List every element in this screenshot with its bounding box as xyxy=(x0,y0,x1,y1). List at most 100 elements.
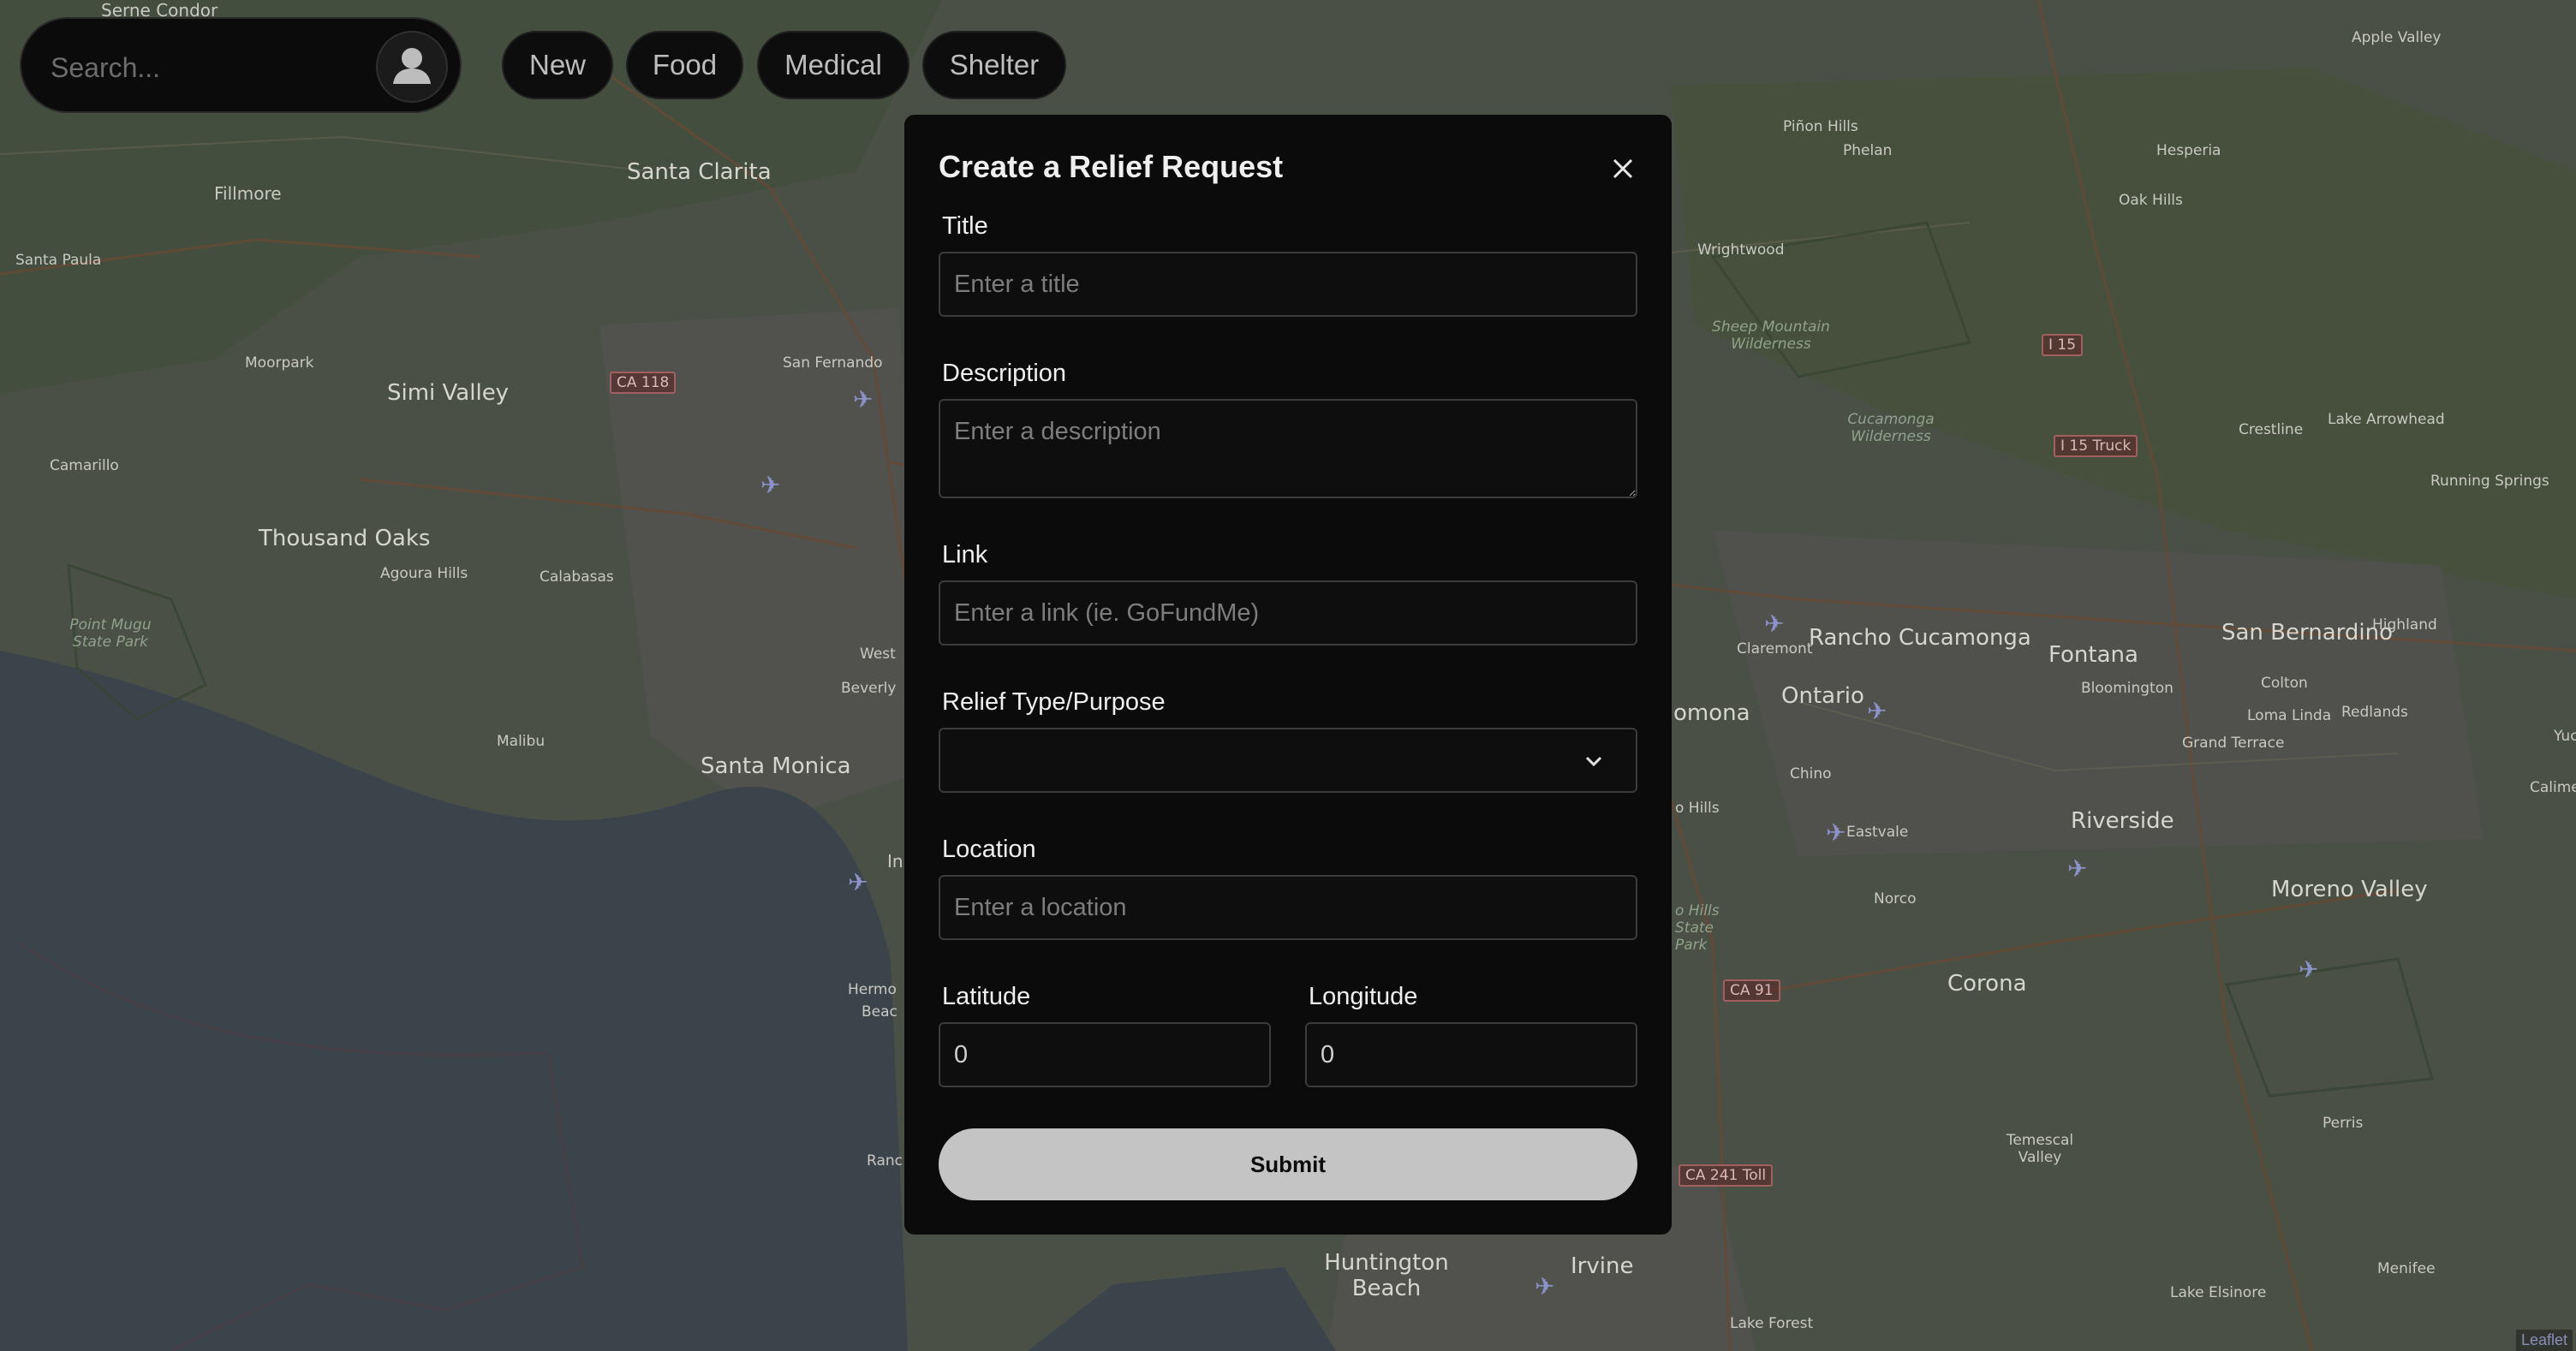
location-label: Location xyxy=(942,836,1036,863)
map-label: Moreno Valley xyxy=(2271,877,2428,902)
submit-button[interactable]: Submit xyxy=(939,1128,1637,1200)
relief-type-label: Relief Type/Purpose xyxy=(942,688,1166,716)
map-label: In xyxy=(887,851,903,872)
latitude-input[interactable] xyxy=(939,1022,1271,1087)
map-label: Beac xyxy=(862,1003,897,1021)
map-label: Corona xyxy=(1947,971,2027,997)
map-label: Moorpark xyxy=(245,354,314,372)
map-park-label: o Hills State Park xyxy=(1675,902,1720,954)
latitude-label: Latitude xyxy=(942,983,1031,1010)
map-label: Lake Forest xyxy=(1730,1315,1814,1332)
map-label: Temescal Valley xyxy=(2006,1132,2074,1166)
chevron-down-icon xyxy=(1585,756,1602,767)
map-label: Beverly xyxy=(841,680,897,697)
map-label: Yuc xyxy=(2554,728,2576,745)
map-label: Lake Elsinore xyxy=(2170,1284,2267,1301)
map-label: Malibu xyxy=(497,733,546,750)
map-label: Colton xyxy=(2261,675,2308,692)
map-label: Santa Monica xyxy=(701,753,851,779)
filter-chip-food[interactable]: Food xyxy=(626,31,743,99)
filter-chip-shelter[interactable]: Shelter xyxy=(922,31,1066,99)
map-label: Riverside xyxy=(2071,808,2174,834)
modal-title: Create a Relief Request xyxy=(939,149,1284,184)
map-label: o Hills xyxy=(1675,800,1720,817)
map-label: Highland xyxy=(2372,616,2437,634)
user-avatar-button[interactable] xyxy=(376,31,448,103)
map-label: Agoura Hills xyxy=(380,565,468,582)
title-input[interactable] xyxy=(939,252,1637,317)
search-bar xyxy=(20,17,462,113)
user-icon xyxy=(393,48,431,84)
road-shield: I 15 Truck xyxy=(2054,435,2138,457)
map-label: Redlands xyxy=(2341,704,2408,721)
link-input[interactable] xyxy=(939,580,1637,646)
map-park-label: Sheep Mountain Wilderness xyxy=(1712,318,1830,353)
map-label: Camarillo xyxy=(50,457,119,474)
map-label: Claremont xyxy=(1737,640,1813,658)
map-label: Ranc xyxy=(867,1152,903,1169)
airport-icon: ✈ xyxy=(848,869,868,896)
road-shield: CA 241 Toll xyxy=(1679,1164,1774,1187)
location-input[interactable] xyxy=(939,875,1637,940)
map-label: Hermo xyxy=(848,981,897,998)
map-label: Fillmore xyxy=(214,183,282,204)
map-label: Running Springs xyxy=(2430,473,2549,490)
road-shield: I 15 xyxy=(2042,334,2084,356)
relief-request-modal: Create a Relief Request Title Descriptio… xyxy=(904,115,1672,1235)
close-button[interactable] xyxy=(1605,151,1641,187)
map-label: Ontario xyxy=(1781,683,1864,709)
map-label: Santa Paula xyxy=(15,252,102,269)
filter-chip-label: Food xyxy=(652,49,718,80)
close-icon xyxy=(1613,158,1633,179)
map-label: San Bernardino xyxy=(2221,620,2394,646)
description-label: Description xyxy=(942,360,1067,387)
airport-icon: ✈ xyxy=(2299,956,2319,983)
map-label: Norco xyxy=(1874,890,1917,908)
map-label: Rancho Cucamonga xyxy=(1809,625,2031,651)
map-label: Thousand Oaks xyxy=(259,526,431,551)
map-label: West xyxy=(860,646,896,663)
map-label: Menifee xyxy=(2377,1260,2436,1277)
map-attribution[interactable]: Leaflet xyxy=(2515,1330,2573,1351)
map-label: Eastvale xyxy=(1846,824,1909,841)
link-label: Link xyxy=(942,541,988,568)
map-label: Loma Linda xyxy=(2247,707,2332,724)
map-label: Chino xyxy=(1790,765,1832,783)
longitude-label: Longitude xyxy=(1309,983,1418,1010)
filter-chip-label: Medical xyxy=(784,49,882,80)
map-label: Simi Valley xyxy=(387,380,510,406)
map-label: Fontana xyxy=(2048,642,2138,668)
airport-icon: ✈ xyxy=(1764,610,1785,637)
filter-chip-new[interactable]: New xyxy=(502,31,613,99)
map-label: Calabasas xyxy=(540,568,614,586)
map-label: Hesperia xyxy=(2156,142,2221,159)
map-label: Grand Terrace xyxy=(2182,735,2285,752)
map-label: Wrightwood xyxy=(1697,241,1785,259)
map-label: omona xyxy=(1673,700,1750,726)
map-label: Lake Arrowhead xyxy=(2328,411,2445,428)
map-label: San Fernando xyxy=(783,354,883,372)
filter-chip-label: Shelter xyxy=(949,49,1040,80)
map-label: Piñon Hills xyxy=(1783,118,1858,135)
map-park-label: Cucamonga Wilderness xyxy=(1847,411,1935,445)
airport-icon: ✈ xyxy=(1867,698,1887,724)
description-textarea[interactable] xyxy=(939,399,1637,498)
map-label: Calime xyxy=(2530,779,2576,796)
map-label: Perris xyxy=(2323,1115,2364,1132)
relief-type-select[interactable] xyxy=(939,728,1637,793)
longitude-input[interactable] xyxy=(1305,1022,1637,1087)
map-label: Phelan xyxy=(1843,142,1893,159)
search-input[interactable] xyxy=(49,43,378,92)
road-shield: CA 91 xyxy=(1723,979,1780,1002)
airport-icon: ✈ xyxy=(2067,855,2088,882)
map-label: Irvine xyxy=(1571,1253,1634,1279)
airport-icon: ✈ xyxy=(853,386,874,413)
airport-icon: ✈ xyxy=(760,472,781,498)
title-label: Title xyxy=(942,212,988,240)
filter-chip-medical[interactable]: Medical xyxy=(757,31,909,99)
map-label: Apple Valley xyxy=(2352,29,2442,46)
map-park-label: Point Mugu State Park xyxy=(69,616,152,651)
map-label: Santa Clarita xyxy=(627,159,772,185)
filter-chip-label: New xyxy=(528,49,587,80)
road-shield: CA 118 xyxy=(610,372,677,394)
